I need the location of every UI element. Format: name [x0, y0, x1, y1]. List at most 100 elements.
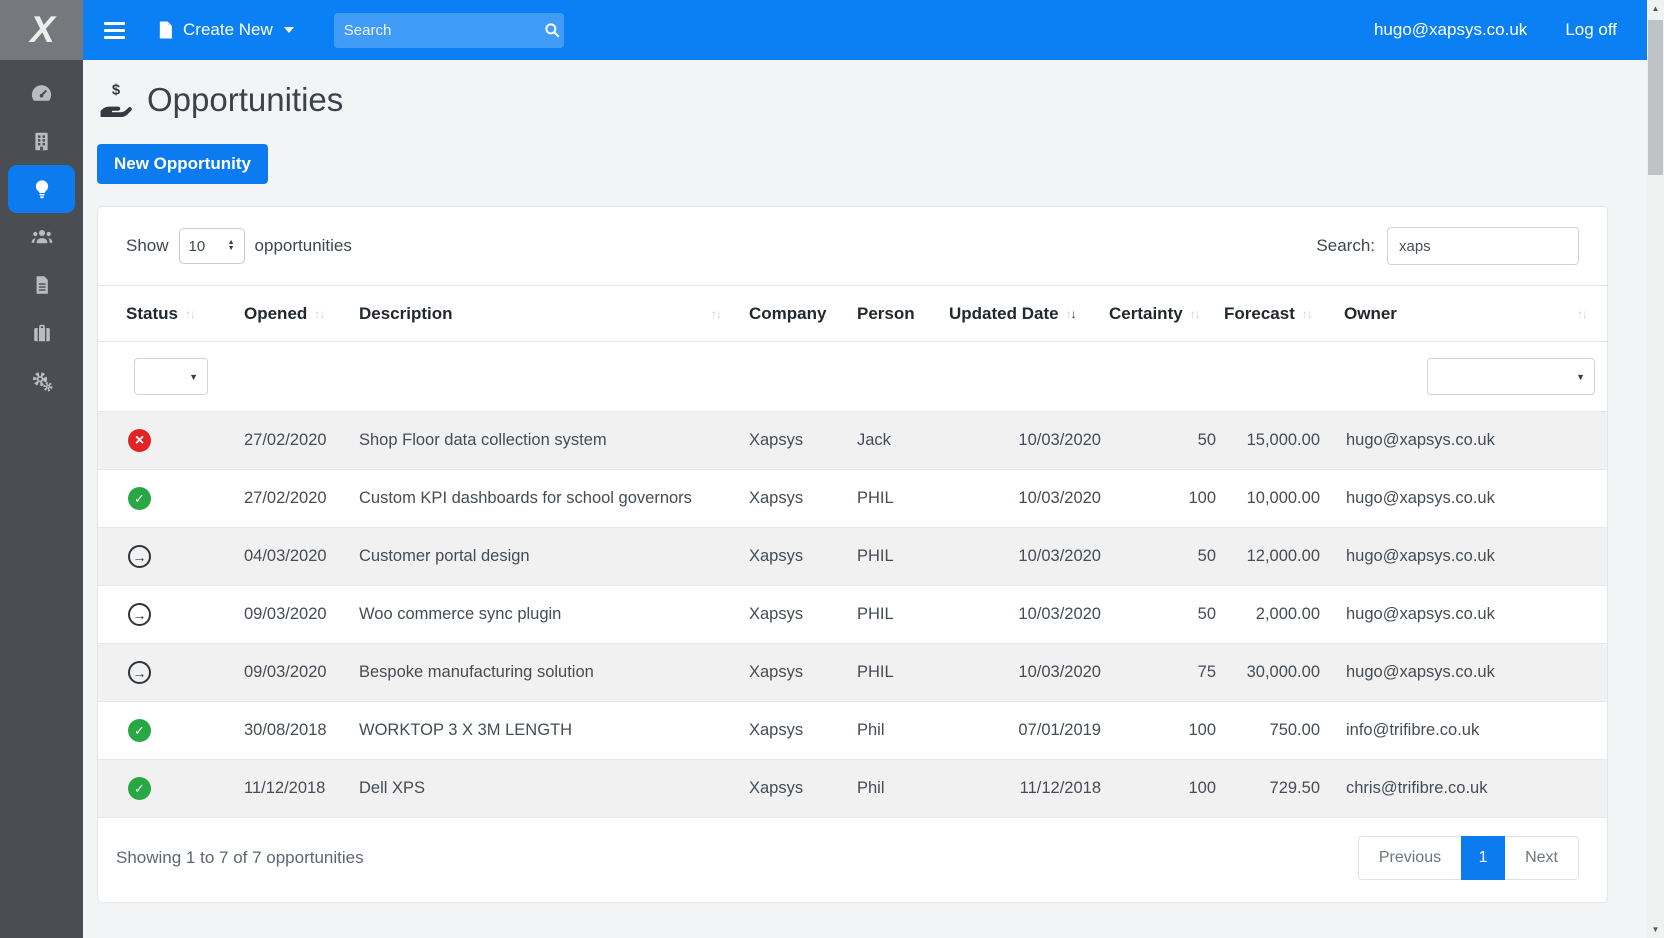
building-icon — [31, 130, 52, 153]
show-entries-value: 10 — [189, 238, 206, 255]
cell-opened: 11/12/2018 — [236, 760, 351, 818]
user-email-link[interactable]: hugo@xapsys.co.uk — [1374, 20, 1527, 40]
sidebar-item-documents[interactable] — [8, 261, 75, 309]
results-summary: Showing 1 to 7 of 7 opportunities — [116, 848, 364, 868]
cell-company: Xapsys — [741, 470, 849, 528]
menu-toggle-button[interactable] — [100, 18, 129, 43]
cell-owner: info@trifibre.co.uk — [1336, 702, 1607, 760]
cell-updated-date: 10/03/2020 — [941, 412, 1101, 470]
cell-company: Xapsys — [741, 412, 849, 470]
sidebar-item-projects[interactable] — [8, 309, 75, 357]
cell-owner: hugo@xapsys.co.uk — [1336, 644, 1607, 702]
sidebar-item-contacts[interactable] — [8, 213, 75, 261]
filter-row: ▼ ▼ — [98, 342, 1607, 412]
sidebar-item-dashboard[interactable] — [8, 69, 75, 117]
sort-icon — [314, 307, 324, 321]
status-in-progress-icon — [128, 603, 151, 626]
briefcase-icon — [31, 322, 53, 344]
opportunity-row[interactable]: 27/02/2020 Shop Floor data collection sy… — [98, 412, 1607, 470]
status-won-icon — [128, 777, 151, 800]
main-content: $ Opportunities New Opportunity Show 10 … — [83, 60, 1647, 938]
scrollbar-thumb[interactable] — [1648, 20, 1663, 175]
cell-certainty: 50 — [1101, 528, 1216, 586]
sidebar-item-companies[interactable] — [8, 117, 75, 165]
table-controls: Show 10 ▲▼ opportunities Search: — [98, 207, 1607, 285]
sidebar-item-settings[interactable] — [8, 357, 75, 405]
cell-opened: 27/02/2020 — [236, 470, 351, 528]
sort-icon-active — [1066, 307, 1076, 321]
app-logo[interactable]: X — [0, 0, 83, 60]
opportunity-row[interactable]: 11/12/2018 Dell XPS Xapsys Phil 11/12/20… — [98, 760, 1607, 818]
cell-owner: hugo@xapsys.co.uk — [1336, 412, 1607, 470]
cell-updated-date: 10/03/2020 — [941, 470, 1101, 528]
status-won-icon — [128, 487, 151, 510]
show-entries-select[interactable]: 10 ▲▼ — [179, 228, 245, 264]
status-in-progress-icon — [128, 661, 151, 684]
cell-company: Xapsys — [741, 528, 849, 586]
document-icon — [32, 274, 52, 296]
sidebar: X — [0, 0, 83, 938]
opportunity-row[interactable]: 30/08/2018 WORKTOP 3 X 3M LENGTH Xapsys … — [98, 702, 1607, 760]
topbar-search-input[interactable] — [344, 22, 543, 39]
cell-company: Xapsys — [741, 702, 849, 760]
vertical-scrollbar[interactable]: ▲ ▼ — [1647, 0, 1664, 938]
pagination-next-button[interactable]: Next — [1505, 836, 1579, 880]
opportunity-row[interactable]: 09/03/2020 Woo commerce sync plugin Xaps… — [98, 586, 1607, 644]
cell-opened: 30/08/2018 — [236, 702, 351, 760]
col-header-opened[interactable]: Opened — [236, 286, 351, 342]
cell-forecast: 30,000.00 — [1216, 644, 1336, 702]
scroll-down-arrow-icon[interactable]: ▼ — [1647, 921, 1664, 938]
cell-forecast: 729.50 — [1216, 760, 1336, 818]
cell-opened: 09/03/2020 — [236, 644, 351, 702]
cell-opened: 04/03/2020 — [236, 528, 351, 586]
col-header-owner[interactable]: Owner — [1336, 286, 1607, 342]
pagination-page-1-button[interactable]: 1 — [1461, 836, 1505, 880]
log-off-link[interactable]: Log off — [1565, 20, 1617, 40]
cell-description: Bespoke manufacturing solution — [351, 644, 741, 702]
cell-description: Shop Floor data collection system — [351, 412, 741, 470]
cell-person: Phil — [849, 702, 941, 760]
new-document-icon — [157, 20, 174, 40]
status-lost-icon — [128, 429, 151, 452]
sort-icon — [1190, 307, 1200, 321]
sort-icon — [711, 307, 721, 321]
table-footer: Showing 1 to 7 of 7 opportunities Previo… — [98, 818, 1607, 902]
cell-company: Xapsys — [741, 586, 849, 644]
sort-icon — [1302, 307, 1312, 321]
lightbulb-icon — [31, 178, 53, 200]
scroll-up-arrow-icon[interactable]: ▲ — [1647, 0, 1664, 17]
col-header-company: Company — [741, 286, 849, 342]
col-header-certainty[interactable]: Certainty — [1101, 286, 1216, 342]
cell-updated-date: 10/03/2020 — [941, 644, 1101, 702]
pagination: Previous 1 Next — [1358, 836, 1579, 880]
cell-person: PHIL — [849, 644, 941, 702]
col-header-updated-date[interactable]: Updated Date — [941, 286, 1101, 342]
col-header-forecast[interactable]: Forecast — [1216, 286, 1336, 342]
new-opportunity-button[interactable]: New Opportunity — [97, 144, 268, 184]
owner-filter-select[interactable]: ▼ — [1427, 358, 1595, 395]
table-search-input[interactable] — [1387, 227, 1579, 265]
cell-certainty: 50 — [1101, 586, 1216, 644]
opportunity-row[interactable]: 09/03/2020 Bespoke manufacturing solutio… — [98, 644, 1607, 702]
cell-certainty: 50 — [1101, 412, 1216, 470]
status-filter-select[interactable]: ▼ — [134, 358, 208, 395]
sort-icon — [185, 307, 195, 321]
cell-person: PHIL — [849, 528, 941, 586]
search-icon[interactable] — [543, 21, 561, 39]
topbar: Create New hugo@xapsys.co.uk Log off — [83, 0, 1647, 60]
show-suffix-label: opportunities — [255, 236, 352, 256]
cell-updated-date: 07/01/2019 — [941, 702, 1101, 760]
col-header-status[interactable]: Status — [98, 286, 236, 342]
opportunity-row[interactable]: 04/03/2020 Customer portal design Xapsys… — [98, 528, 1607, 586]
opportunity-row[interactable]: 27/02/2020 Custom KPI dashboards for sch… — [98, 470, 1607, 528]
cell-description: Customer portal design — [351, 528, 741, 586]
cell-updated-date: 10/03/2020 — [941, 528, 1101, 586]
create-new-dropdown[interactable]: Create New — [157, 20, 294, 40]
svg-text:$: $ — [112, 83, 121, 99]
sidebar-item-opportunities[interactable] — [8, 165, 75, 213]
sidebar-nav — [0, 60, 83, 405]
cell-person: Phil — [849, 760, 941, 818]
col-header-description[interactable]: Description — [351, 286, 741, 342]
pagination-previous-button[interactable]: Previous — [1358, 836, 1461, 880]
cell-forecast: 10,000.00 — [1216, 470, 1336, 528]
